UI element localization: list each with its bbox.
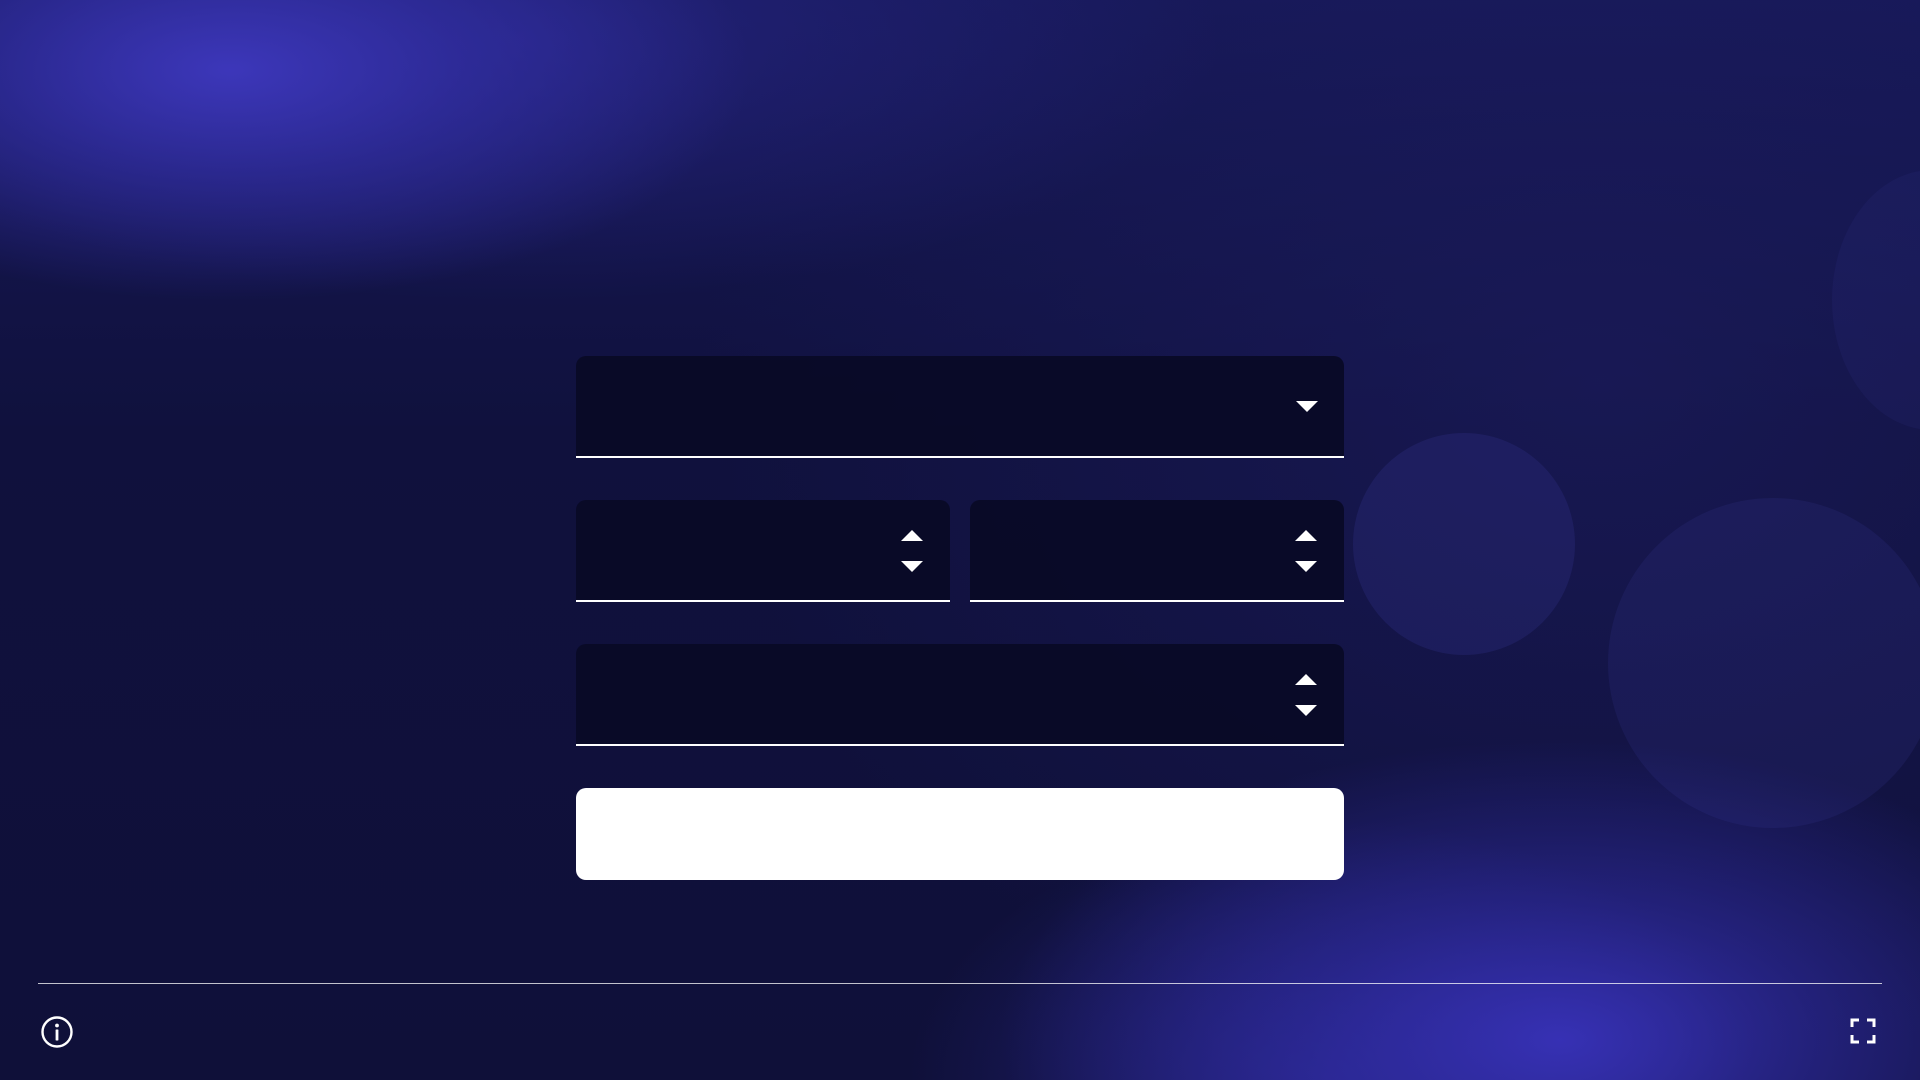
number-field-3[interactable] bbox=[576, 644, 1344, 746]
number-field-2-stepper[interactable] bbox=[1295, 530, 1317, 574]
number-field-1-stepper[interactable] bbox=[901, 530, 923, 574]
number-field-2[interactable] bbox=[970, 500, 1344, 602]
number-field-1[interactable] bbox=[576, 500, 950, 602]
background-bokeh bbox=[1608, 498, 1920, 828]
number-field-3-stepper[interactable] bbox=[1295, 674, 1317, 718]
submit-button[interactable] bbox=[576, 788, 1344, 880]
chevron-down-icon[interactable] bbox=[1295, 561, 1317, 572]
chevron-down-icon[interactable] bbox=[1295, 705, 1317, 716]
chevron-up-icon[interactable] bbox=[1295, 530, 1317, 541]
info-icon[interactable] bbox=[40, 1015, 74, 1049]
chevron-down-icon[interactable] bbox=[901, 561, 923, 572]
select-field[interactable] bbox=[576, 356, 1344, 458]
background-bokeh bbox=[1353, 433, 1575, 655]
chevron-down-icon[interactable] bbox=[1296, 401, 1318, 412]
footer-divider bbox=[38, 983, 1882, 984]
chevron-up-icon[interactable] bbox=[901, 530, 923, 541]
fullscreen-icon[interactable] bbox=[1850, 1018, 1876, 1044]
background-bokeh bbox=[1832, 170, 1920, 430]
app-background bbox=[0, 0, 1920, 1080]
chevron-up-icon[interactable] bbox=[1295, 674, 1317, 685]
